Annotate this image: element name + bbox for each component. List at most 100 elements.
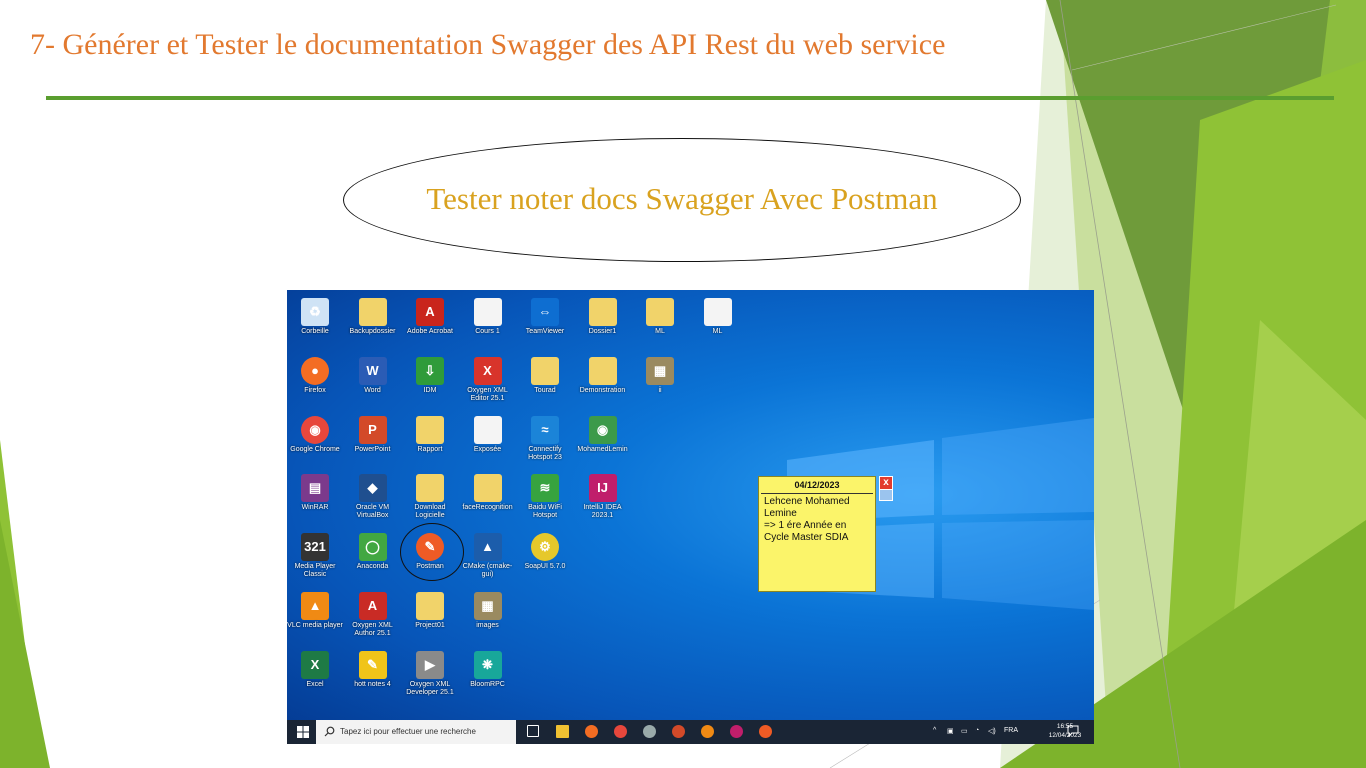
desktop-icon-label: ML: [712, 328, 723, 335]
chrome-icon[interactable]: [614, 725, 627, 738]
desktop-icon-label: Download Logicielle: [414, 504, 446, 520]
desktop-icon-label: Demonstration: [579, 386, 626, 394]
desktop-icon[interactable]: IJ IntelliJ IDEA 2023.1: [575, 470, 631, 526]
desktop-icon[interactable]: ◆ Oracle VM VirtualBox: [345, 470, 401, 526]
wifi-hotspot-icon: ≋: [531, 474, 559, 503]
desktop-icon[interactable]: ▦ images: [460, 588, 516, 644]
desktop-icon-label: hott notes 4: [354, 680, 391, 688]
desktop-icon[interactable]: P PowerPoint: [345, 412, 401, 468]
desktop-icon[interactable]: ● Firefox: [287, 353, 343, 409]
desktop-icon[interactable]: Rapport: [402, 412, 458, 468]
desktop-icon-label: Google Chrome: [290, 445, 340, 453]
desktop-icon-label: CMake (cmake-gui): [462, 563, 513, 579]
desktop-icon[interactable]: ❋ BloomRPC: [460, 647, 516, 703]
desktop-icon-label: Corbeille: [301, 328, 329, 335]
vlc-icon[interactable]: [701, 725, 714, 738]
desktop-icon[interactable]: ◉ MohamedLemin: [575, 412, 631, 468]
desktop-icon[interactable]: ◉ Google Chrome: [287, 412, 343, 468]
notification-icon[interactable]: [1067, 725, 1079, 737]
desktop-icon[interactable]: ✎ Postman: [400, 523, 464, 585]
desktop-icon-label: Media Player Classic: [294, 563, 336, 579]
sticky-note-divider: [761, 493, 873, 494]
desktop-icon-label: Word: [364, 386, 381, 394]
image-file-icon: ▦: [473, 592, 502, 620]
excel-icon: X: [301, 650, 329, 679]
desktop-icon-label: images: [476, 622, 499, 629]
desktop-icon[interactable]: X Excel: [287, 647, 343, 703]
desktop-icon[interactable]: ▲ VLC media player: [287, 588, 343, 644]
desktop-icon[interactable]: 321 Media Player Classic: [287, 529, 343, 585]
desktop-icon[interactable]: Cours 1: [460, 294, 516, 350]
desktop-icon-label: Cours 1: [475, 328, 500, 335]
desktop-icon[interactable]: ≋ Baidu WiFi Hotspot: [517, 470, 573, 526]
desktop-icon[interactable]: Dossier1: [575, 294, 631, 350]
firefox-icon[interactable]: [585, 725, 598, 738]
desktop-icon[interactable]: ≈ Connectify Hotspot 23: [517, 412, 573, 468]
desktop-icon-label: Rapport: [417, 445, 443, 453]
desktop-icon[interactable]: ▶ Oxygen XML Developer 25.1: [402, 647, 458, 703]
desktop-icon-label: IntelliJ IDEA 2023.1: [583, 504, 622, 520]
desktop-icon[interactable]: W Word: [345, 353, 401, 409]
sticky-note-text[interactable]: Lehcene Mohamed Lemine => 1 ére Année en …: [764, 496, 872, 544]
desktop-icon-label: Exposée: [473, 445, 502, 453]
title-underline: [46, 96, 1334, 100]
desktop-icon[interactable]: ⇔ TeamViewer: [517, 294, 573, 350]
sticky-note-minimize-button[interactable]: [879, 489, 893, 501]
desktop-icon-label: faceRecognition: [462, 504, 513, 512]
desktop-icon-label: Baidu WiFi Hotspot: [528, 504, 562, 520]
adobe-acrobat-icon: A: [416, 298, 444, 326]
file-explorer-icon[interactable]: [556, 725, 569, 738]
sticky-note-close-button[interactable]: x: [879, 476, 893, 490]
desktop-icon[interactable]: ML: [690, 294, 746, 350]
document-icon: [473, 415, 502, 444]
desktop-icon[interactable]: ✎ hott notes 4: [345, 647, 401, 703]
slide-title: 7- Générer et Tester le documentation Sw…: [30, 28, 946, 61]
ellipse-text: Tester noter docs Swagger Avec Postman: [426, 181, 938, 216]
desktop-icon[interactable]: ▤ WinRAR: [287, 470, 343, 526]
vlc-icon: ▲: [301, 592, 329, 620]
desktop-icon[interactable]: Backupdossier: [345, 294, 401, 350]
desktop-icon[interactable]: A Adobe Acrobat: [402, 294, 458, 350]
desktop-icon[interactable]: A Oxygen XML Author 25.1: [345, 588, 401, 644]
tray-wifi-icon[interactable]: ◔: [975, 727, 979, 734]
desktop-icon-label: Anaconda: [356, 563, 389, 571]
powerpoint-icon: P: [358, 415, 387, 444]
soapui-icon: ⚙: [531, 533, 559, 562]
desktop-icon[interactable]: ◯ Anaconda: [345, 529, 401, 585]
tray-volume-icon[interactable]: ◁): [988, 727, 996, 735]
folder-icon: [531, 356, 559, 385]
task-view-icon[interactable]: [527, 725, 539, 737]
desktop-icon-label: ML: [655, 328, 665, 335]
windows-start-icon[interactable]: [297, 726, 309, 738]
desktop-icon-label: Tourad: [534, 386, 556, 394]
desktop-icon[interactable]: ▲ CMake (cmake-gui): [460, 529, 516, 585]
tray-chevron-icon[interactable]: ^: [933, 727, 936, 734]
settings-icon[interactable]: [643, 725, 656, 738]
tray-language[interactable]: FRA: [1004, 727, 1018, 734]
postman-icon[interactable]: [759, 725, 772, 738]
intellij-icon[interactable]: [730, 725, 743, 738]
hott-notes-icon: ✎: [358, 650, 387, 679]
desktop-icon[interactable]: ML: [632, 294, 688, 350]
taskbar-search-box[interactable]: Tapez ici pour effectuer une recherche: [316, 720, 516, 744]
recycle-bin-icon: ♻: [301, 298, 329, 326]
folder-icon: [358, 298, 387, 326]
tray-network-icon[interactable]: ▣: [947, 727, 954, 735]
desktop-icon[interactable]: ⇩ IDM: [402, 353, 458, 409]
folder-icon: [646, 298, 674, 326]
desktop-icon[interactable]: Demonstration: [575, 353, 631, 409]
desktop-icon[interactable]: Tourad: [517, 353, 573, 409]
folder-icon: [473, 474, 502, 503]
desktop-icon[interactable]: faceRecognition: [460, 470, 516, 526]
oxygen-author-icon: A: [358, 592, 387, 620]
tray-battery-icon[interactable]: ▭: [961, 727, 968, 735]
desktop-icon[interactable]: Project01: [402, 588, 458, 644]
desktop-icon[interactable]: X Oxygen XML Editor 25.1: [460, 353, 516, 409]
sticky-note[interactable]: 04/12/2023 Lehcene Mohamed Lemine => 1 ér…: [758, 476, 876, 592]
desktop-icon[interactable]: ⚙ SoapUI 5.7.0: [517, 529, 573, 585]
powerpoint-icon[interactable]: [672, 725, 685, 738]
desktop-icon[interactable]: Download Logicielle: [402, 470, 458, 526]
desktop-icon[interactable]: ▦ ii: [632, 353, 688, 409]
desktop-icon[interactable]: Exposée: [460, 412, 516, 468]
desktop-icon[interactable]: ♻ Corbeille: [287, 294, 343, 350]
